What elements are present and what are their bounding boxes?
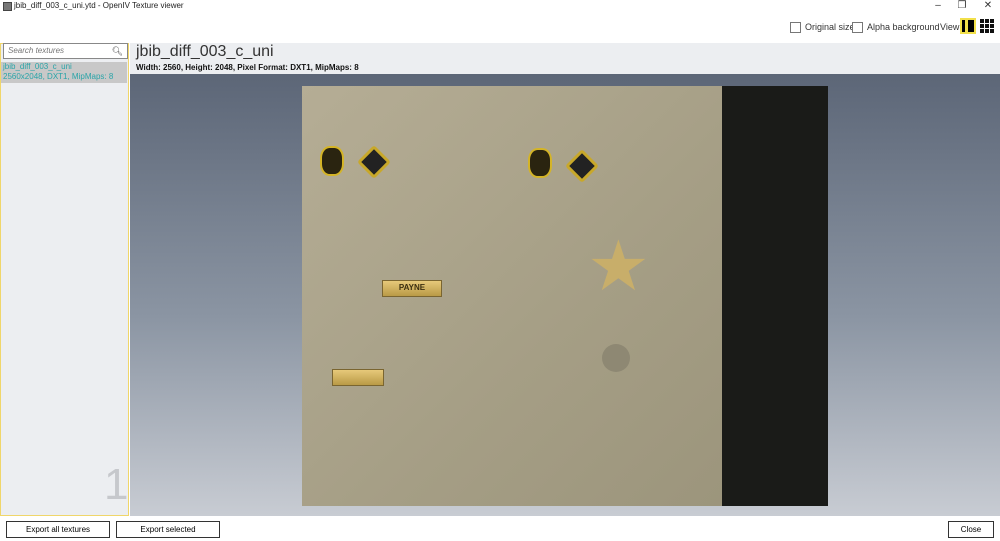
texture-image: ★ PAYNE <box>302 86 828 506</box>
grid-view-icon[interactable] <box>980 19 994 33</box>
search-placeholder: Search textures <box>8 46 65 55</box>
search-input[interactable]: Search textures 🔍︎ <box>3 43 128 59</box>
export-selected-button[interactable]: Export selected <box>116 521 220 538</box>
app-icon <box>3 2 12 11</box>
sheriff-patch-icon <box>320 146 344 176</box>
original-size-checkbox[interactable]: Original size <box>790 20 855 34</box>
texture-item-name: jbib_diff_003_c_uni <box>3 62 72 71</box>
texture-name: jbib_diff_003_c_uni <box>136 43 274 60</box>
view-label: View: <box>940 22 962 32</box>
original-size-label: Original size <box>805 22 855 32</box>
checkbox-box[interactable] <box>790 21 801 33</box>
button-icon <box>602 344 630 372</box>
texture-sidebar <box>0 43 129 516</box>
texture-count: 1 <box>104 460 129 509</box>
chevron-rank-icon <box>357 145 391 179</box>
sheriff-star-badge-icon: ★ <box>587 227 650 305</box>
texture-info: Width: 2560, Height: 2048, Pixel Format:… <box>136 63 359 72</box>
list-item[interactable]: jbib_diff_003_c_uni 2560x2048, DXT1, Mip… <box>1 62 127 83</box>
close-window-button[interactable]: ✕ <box>978 0 998 11</box>
chevron-rank-icon <box>565 149 599 183</box>
title-bar: jbib_diff_003_c_uni.ytd - OpenIV Texture… <box>0 0 1000 14</box>
sheriff-patch-icon <box>528 148 552 178</box>
checkbox-box[interactable] <box>852 21 863 33</box>
search-icon[interactable]: 🔍︎ <box>112 46 123 57</box>
window-title: jbib_diff_003_c_uni.ytd - OpenIV Texture… <box>14 1 184 10</box>
blank-plate <box>332 369 384 386</box>
restore-button[interactable]: ❐ <box>952 0 972 11</box>
close-button[interactable]: Close <box>948 521 994 538</box>
export-all-button[interactable]: Export all textures <box>6 521 110 538</box>
texture-item-info: 2560x2048, DXT1, MipMaps: 8 <box>3 72 114 81</box>
alpha-background-checkbox[interactable]: Alpha background <box>852 20 940 34</box>
single-view-icon[interactable] <box>960 18 976 34</box>
uniform-texture: ★ PAYNE <box>302 86 722 506</box>
alpha-background-label: Alpha background <box>867 22 940 32</box>
minimize-button[interactable]: – <box>928 0 948 11</box>
nameplate: PAYNE <box>382 280 442 297</box>
